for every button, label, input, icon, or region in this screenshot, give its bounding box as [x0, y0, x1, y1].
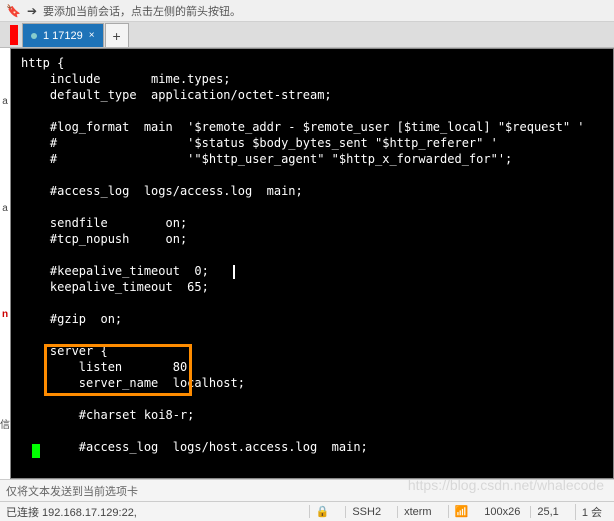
cursor-block — [32, 444, 40, 458]
status-pos: 25,1 — [530, 506, 564, 518]
arrow-icon[interactable]: ➔ — [27, 4, 37, 18]
terminal[interactable]: http { include mime.types; default_type … — [10, 48, 614, 479]
status-sess: 1 会 — [575, 504, 608, 520]
toolbar-text: 要添加当前会话，点击左侧的箭头按钮。 — [43, 3, 241, 19]
gutter-item: a — [2, 96, 8, 107]
input-bar-text: 仅将文本发送到当前选项卡 — [6, 483, 138, 499]
toolbar: 🔖 ➔ 要添加当前会话，点击左侧的箭头按钮。 — [0, 0, 614, 22]
status-size: 100x26 — [484, 506, 520, 518]
status-term: xterm — [397, 506, 438, 518]
tab-active[interactable]: 1 17129 × — [22, 23, 104, 47]
tab-active-marker — [10, 25, 18, 45]
status-bar: 已连接 192.168.17.129:22, 🔒 SSH2 xterm 📶 10… — [0, 501, 614, 521]
signal-icon: 📶 — [448, 505, 475, 518]
gutter-item: 信 — [0, 416, 10, 431]
tab-add-button[interactable]: + — [105, 23, 129, 47]
watermark: https://blog.csdn.net/whalecode — [408, 477, 604, 493]
status-conn: 已连接 192.168.17.129:22, — [6, 504, 137, 520]
app-gutter: a a n 信 — [0, 48, 10, 479]
tab-label: 1 17129 — [43, 30, 83, 42]
gutter-item: a — [2, 203, 8, 214]
tab-status-dot-icon — [31, 33, 37, 39]
close-icon[interactable]: × — [89, 30, 95, 41]
status-ssh: SSH2 — [345, 506, 387, 518]
gutter-item: n — [2, 309, 8, 320]
bookmark-icon[interactable]: 🔖 — [6, 4, 21, 18]
tab-bar: 1 17129 × + — [0, 22, 614, 48]
lock-icon: 🔒 — [309, 505, 336, 518]
